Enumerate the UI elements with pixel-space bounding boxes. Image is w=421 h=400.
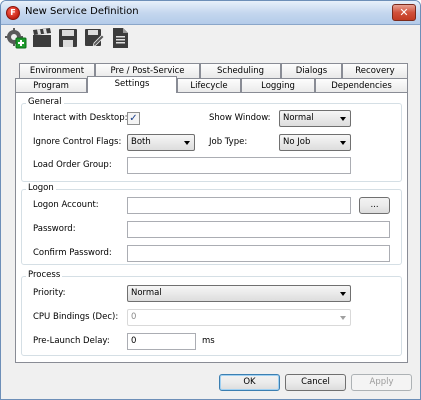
- dialog-window: F New Service Definition ✕ Environment P…: [0, 0, 421, 400]
- show-window-value: Normal: [283, 113, 314, 123]
- tab-scheduling[interactable]: Scheduling: [200, 63, 281, 78]
- tab-settings[interactable]: Settings: [87, 76, 177, 93]
- job-type-select[interactable]: No Job: [279, 134, 351, 151]
- chevron-down-icon: [184, 141, 190, 145]
- document-icon[interactable]: [109, 27, 131, 49]
- title-bar[interactable]: F New Service Definition ✕: [1, 1, 420, 25]
- ignore-flags-label: Ignore Control Flags:: [33, 137, 122, 147]
- toolbar: [1, 25, 420, 51]
- priority-label: Priority:: [33, 288, 66, 298]
- browse-account-button[interactable]: ...: [359, 197, 390, 214]
- cpu-bindings-select[interactable]: 0: [127, 309, 351, 326]
- chevron-down-icon: [340, 292, 346, 296]
- priority-select[interactable]: Normal: [127, 285, 351, 302]
- job-type-label: Job Type:: [209, 137, 248, 147]
- cpu-bindings-label: CPU Bindings (Dec):: [33, 312, 119, 322]
- tab-program[interactable]: Program: [15, 78, 87, 93]
- ignore-flags-value: Both: [131, 137, 151, 147]
- general-legend: General: [26, 97, 64, 107]
- clapperboard-icon[interactable]: [31, 27, 53, 49]
- save-icon[interactable]: [57, 27, 79, 49]
- ok-button[interactable]: OK: [219, 374, 280, 391]
- load-order-label: Load Order Group:: [33, 160, 112, 170]
- tab-logging[interactable]: Logging: [241, 78, 315, 93]
- chevron-down-icon: [340, 117, 346, 121]
- logon-account-input[interactable]: [127, 197, 351, 214]
- close-button[interactable]: ✕: [392, 4, 416, 21]
- password-input[interactable]: [127, 221, 390, 238]
- tab-recovery[interactable]: Recovery: [342, 63, 408, 78]
- tab-dialogs[interactable]: Dialogs: [281, 63, 342, 78]
- tab-dependencies[interactable]: Dependencies: [315, 78, 408, 93]
- chevron-down-icon: [340, 316, 346, 320]
- confirm-password-label: Confirm Password:: [33, 248, 112, 258]
- pre-launch-delay-input[interactable]: 0: [127, 333, 196, 350]
- ignore-flags-select[interactable]: Both: [127, 134, 195, 151]
- save-edit-icon[interactable]: [83, 27, 105, 49]
- logon-legend: Logon: [26, 183, 56, 193]
- password-label: Password:: [33, 224, 76, 234]
- job-type-value: No Job: [283, 137, 311, 147]
- tab-environment[interactable]: Environment: [19, 63, 95, 78]
- interact-desktop-label: Interact with Desktop:: [33, 113, 128, 123]
- cpu-bindings-value: 0: [131, 312, 137, 322]
- pre-launch-delay-label: Pre-Launch Delay:: [33, 336, 110, 346]
- delay-unit-label: ms: [202, 336, 215, 346]
- window-title: New Service Definition: [25, 6, 139, 17]
- chevron-down-icon: [340, 141, 346, 145]
- show-window-select[interactable]: Normal: [279, 110, 351, 127]
- add-service-icon[interactable]: [5, 27, 27, 49]
- apply-button[interactable]: Apply: [351, 374, 412, 391]
- cancel-button[interactable]: Cancel: [285, 374, 346, 391]
- tab-lifecycle[interactable]: Lifecycle: [177, 78, 241, 93]
- app-icon: F: [6, 6, 20, 20]
- process-legend: Process: [26, 270, 63, 280]
- settings-panel: General Interact with Desktop: ✓ Show Wi…: [15, 92, 408, 363]
- logon-account-label: Logon Account:: [33, 200, 99, 210]
- confirm-password-input[interactable]: [127, 245, 390, 262]
- interact-desktop-checkbox[interactable]: ✓: [127, 112, 140, 125]
- priority-value: Normal: [131, 288, 162, 298]
- load-order-input[interactable]: [127, 157, 351, 174]
- show-window-label: Show Window:: [209, 113, 271, 123]
